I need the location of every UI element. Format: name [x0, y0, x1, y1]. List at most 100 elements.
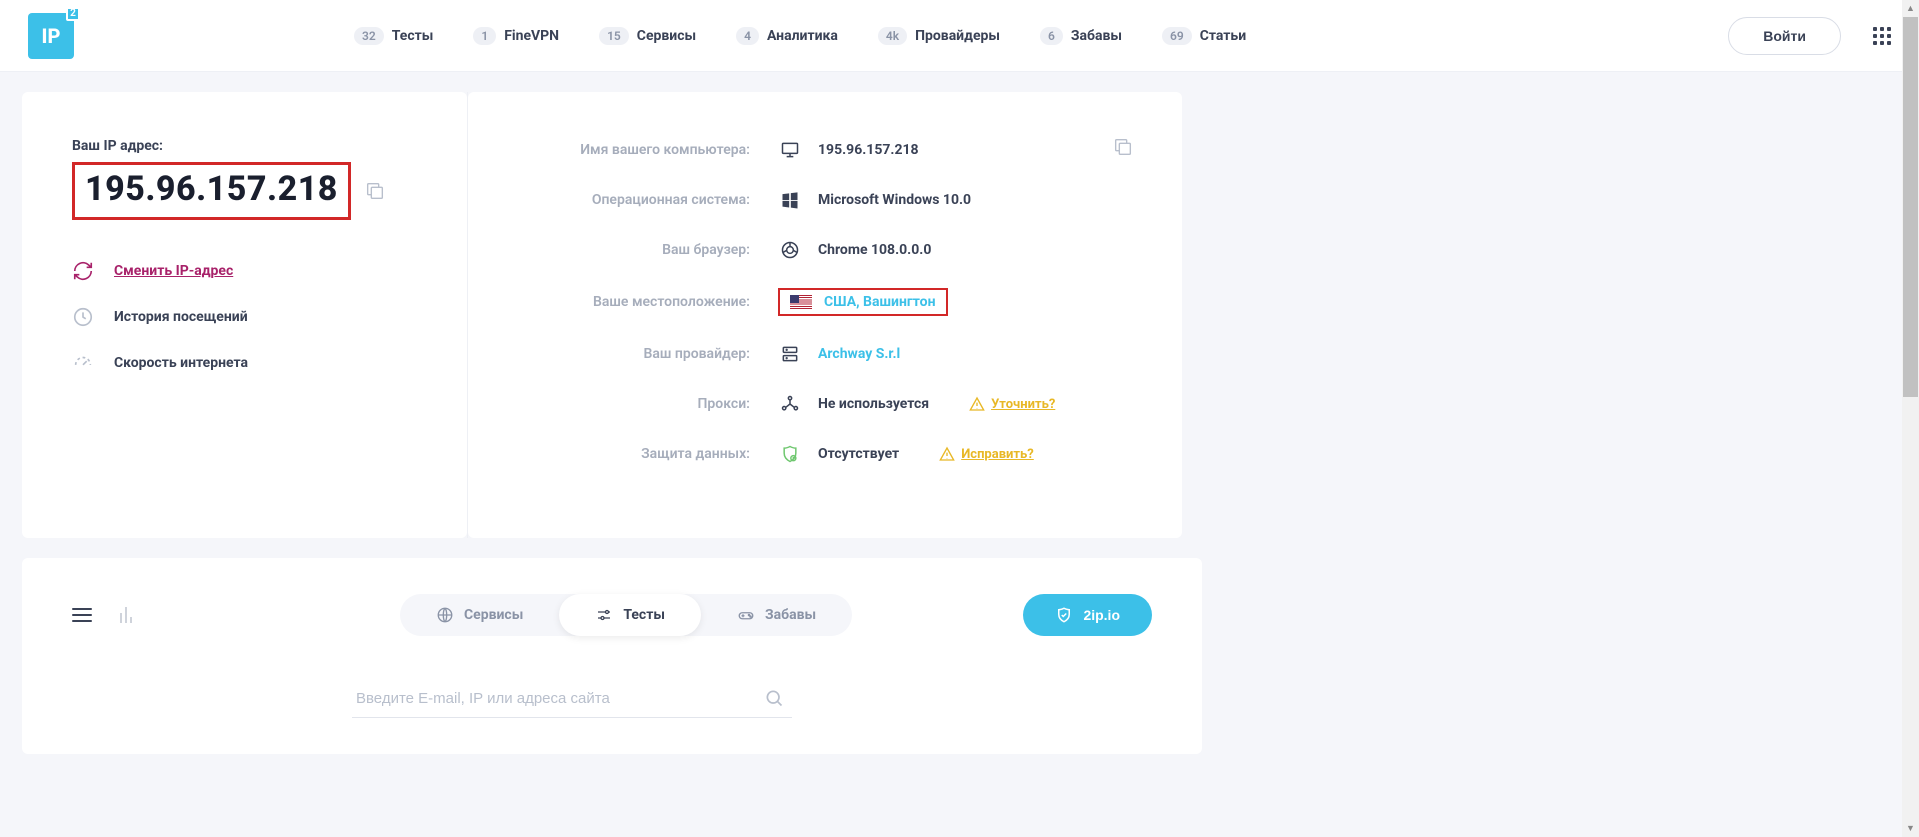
scrollbar[interactable]: ▲ ▼ — [1902, 0, 1919, 837]
row-location: Ваше местоположение: США, Вашингтон — [518, 288, 1132, 316]
row-os: Операционная система: Microsoft Windows … — [518, 188, 1132, 212]
menu-icon[interactable] — [72, 608, 92, 622]
globe-icon — [436, 606, 454, 624]
nav-providers[interactable]: 4k Провайдеры — [878, 27, 1000, 45]
chrome-icon — [778, 238, 802, 262]
login-button[interactable]: Войти — [1728, 17, 1841, 55]
protect-fix-link[interactable]: Исправить? — [939, 446, 1034, 462]
nav-services[interactable]: 15 Сервисы — [599, 27, 696, 45]
nav-label: Забавы — [1071, 28, 1122, 44]
copy-ip-icon[interactable] — [364, 180, 386, 202]
protect-fix-label: Исправить? — [961, 447, 1034, 462]
nav-label: Аналитика — [767, 28, 838, 44]
pill-fun-label: Забавы — [765, 607, 816, 623]
location-value[interactable]: США, Вашингтон — [824, 294, 936, 310]
nav-count: 69 — [1162, 27, 1192, 45]
stats-icon[interactable] — [120, 607, 132, 623]
nav-label: Провайдеры — [915, 28, 1000, 44]
logo-text: IP — [42, 24, 61, 48]
refresh-icon — [72, 260, 94, 282]
protect-label: Защита данных: — [518, 446, 778, 462]
nav-articles[interactable]: 69 Статьи — [1162, 27, 1246, 45]
copy-info-icon[interactable] — [1112, 136, 1134, 162]
speed-label: Скорость интернета — [114, 355, 248, 371]
bottom-panel: Сервисы Тесты Забавы 2ip.io — [22, 558, 1202, 754]
nav-label: Тесты — [392, 28, 434, 44]
logo[interactable]: IP 2 — [28, 13, 74, 59]
history-label: История посещений — [114, 309, 248, 325]
computer-label: Имя вашего компьютера: — [518, 142, 778, 158]
nav-finevpn[interactable]: 1 FineVPN — [473, 27, 559, 45]
search-button[interactable] — [764, 688, 784, 711]
pill-tabs: Сервисы Тесты Забавы — [400, 594, 852, 636]
nav-count: 4 — [736, 27, 759, 45]
windows-icon — [778, 188, 802, 212]
browser-label: Ваш браузер: — [518, 242, 778, 258]
promo-button[interactable]: 2ip.io — [1023, 594, 1152, 636]
proxy-clarify-link[interactable]: Уточнить? — [969, 396, 1055, 412]
ip-box: 195.96.157.218 — [72, 162, 351, 220]
row-protection: Защита данных: Отсутствует Исправить? — [518, 442, 1132, 466]
ip-value: 195.96.157.218 — [85, 169, 338, 209]
search-input[interactable] — [352, 680, 792, 718]
shield-check-icon — [1055, 606, 1073, 624]
apps-menu-icon[interactable] — [1873, 27, 1891, 45]
search-row — [352, 680, 1152, 718]
nav: 32 Тесты 1 FineVPN 15 Сервисы 4 Аналитик… — [354, 27, 1246, 45]
header-right: Войти — [1728, 17, 1891, 55]
ip-panel: Ваш IP адрес: 195.96.157.218 Сменить IP-… — [22, 92, 467, 538]
promo-label: 2ip.io — [1083, 607, 1120, 623]
location-label: Ваше местоположение: — [518, 294, 778, 310]
nav-tests[interactable]: 32 Тесты — [354, 27, 433, 45]
nav-fun[interactable]: 6 Забавы — [1040, 27, 1122, 45]
network-icon — [778, 392, 802, 416]
location-highlight: США, Вашингтон — [778, 288, 948, 316]
pill-tests[interactable]: Тесты — [559, 594, 701, 636]
row-provider: Ваш провайдер: Archway S.r.l — [518, 342, 1132, 366]
nav-count: 4k — [878, 27, 907, 45]
warning-icon — [939, 446, 955, 462]
scrollbar-up-icon[interactable]: ▲ — [1902, 0, 1919, 17]
speed-link[interactable]: Скорость интернета — [72, 352, 417, 374]
change-ip-label: Сменить IP-адрес — [114, 263, 233, 279]
main-content: Ваш IP адрес: 195.96.157.218 Сменить IP-… — [2, 72, 1202, 558]
nav-label: Статьи — [1200, 28, 1246, 44]
server-icon — [778, 342, 802, 366]
nav-label: FineVPN — [504, 28, 559, 44]
row-computer: Имя вашего компьютера: 195.96.157.218 — [518, 138, 1132, 162]
protect-value: Отсутствует — [818, 446, 899, 462]
change-ip-link[interactable]: Сменить IP-адрес — [72, 260, 417, 282]
proxy-clarify-label: Уточнить? — [991, 397, 1055, 412]
row-proxy: Прокси: Не используется Уточнить? — [518, 392, 1132, 416]
sliders-icon — [595, 606, 613, 624]
speedometer-icon — [72, 352, 94, 374]
nav-count: 15 — [599, 27, 629, 45]
warning-icon — [969, 396, 985, 412]
info-panel: Имя вашего компьютера: 195.96.157.218 Оп… — [468, 92, 1182, 538]
pill-services-label: Сервисы — [464, 607, 523, 623]
pill-fun[interactable]: Забавы — [701, 594, 852, 636]
monitor-icon — [778, 138, 802, 162]
ip-label: Ваш IP адрес: — [72, 138, 417, 154]
proxy-value: Не используется — [818, 396, 929, 412]
provider-value[interactable]: Archway S.r.l — [818, 346, 900, 362]
os-label: Операционная система: — [518, 192, 778, 208]
pill-services[interactable]: Сервисы — [400, 594, 559, 636]
history-link[interactable]: История посещений — [72, 306, 417, 328]
nav-analytics[interactable]: 4 Аналитика — [736, 27, 838, 45]
provider-label: Ваш провайдер: — [518, 346, 778, 362]
shield-icon — [778, 442, 802, 466]
scrollbar-thumb[interactable] — [1903, 17, 1918, 397]
browser-value: Chrome 108.0.0.0 — [818, 242, 931, 258]
os-value: Microsoft Windows 10.0 — [818, 192, 971, 208]
scrollbar-down-icon[interactable]: ▼ — [1902, 820, 1919, 837]
computer-value: 195.96.157.218 — [818, 142, 919, 158]
proxy-label: Прокси: — [518, 396, 778, 412]
nav-label: Сервисы — [637, 28, 696, 44]
nav-count: 32 — [354, 27, 384, 45]
nav-count: 6 — [1040, 27, 1063, 45]
clock-icon — [72, 306, 94, 328]
logo-badge: 2 — [66, 7, 80, 21]
header: IP 2 32 Тесты 1 FineVPN 15 Сервисы 4 Ана… — [0, 0, 1919, 72]
action-list: Сменить IP-адрес История посещений Скоро… — [72, 260, 417, 374]
